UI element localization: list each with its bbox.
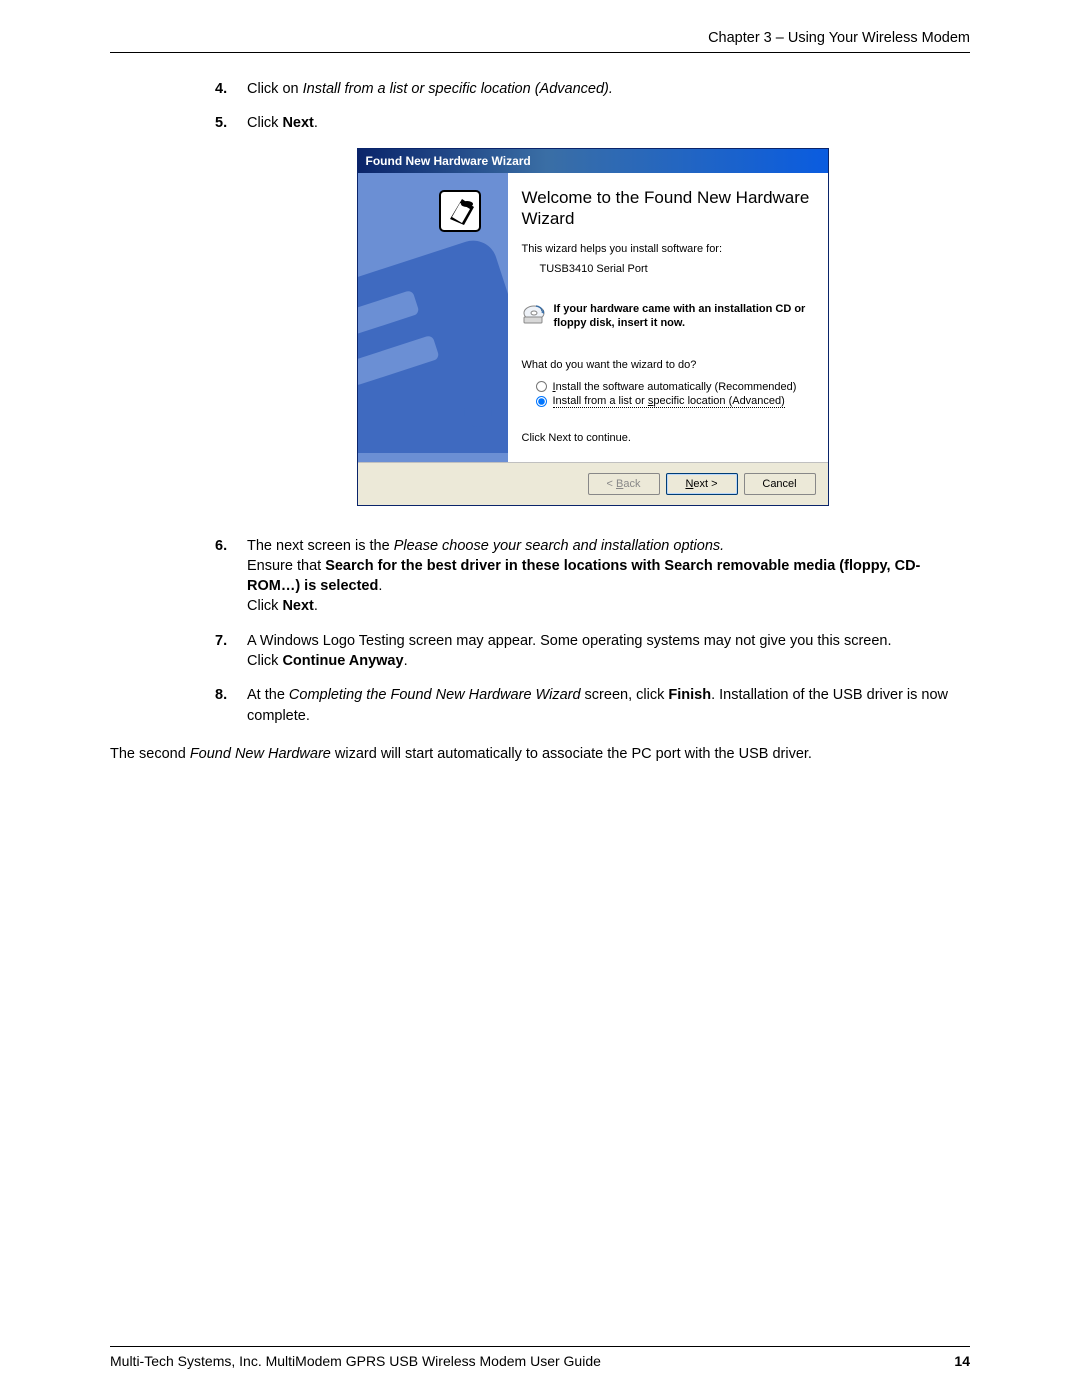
- step-text: Click on: [247, 81, 303, 97]
- step-text: .: [314, 115, 318, 131]
- step-text: A Windows Logo Testing screen may appear…: [247, 633, 892, 649]
- chapter-header: Chapter 3 – Using Your Wireless Modem: [110, 30, 970, 46]
- step-number: 7.: [215, 631, 227, 651]
- document-page: Chapter 3 – Using Your Wireless Modem 4.…: [0, 0, 1080, 1397]
- page-footer: Multi-Tech Systems, Inc. MultiModem GPRS…: [110, 1346, 970, 1369]
- wizard-screenshot: Found New Hardware Wizard: [215, 148, 970, 506]
- step-number: 4.: [215, 79, 227, 99]
- step-text: The next screen is the: [247, 538, 394, 554]
- step-text: Click: [247, 598, 282, 614]
- step-7: 7. A Windows Logo Testing screen may app…: [215, 631, 970, 672]
- wizard-heading: Welcome to the Found New Hardware Wizard: [522, 187, 810, 230]
- footer-rule: [110, 1346, 970, 1347]
- step-text: Click: [247, 115, 282, 131]
- footer-text: Multi-Tech Systems, Inc. MultiModem GPRS…: [110, 1353, 601, 1369]
- radio-input[interactable]: [536, 381, 547, 392]
- wizard-continue-text: Click Next to continue.: [522, 432, 810, 444]
- cancel-button[interactable]: Cancel: [744, 473, 816, 495]
- step-number: 8.: [215, 685, 227, 705]
- step-bold: Search for the best driver in these loca…: [247, 558, 920, 594]
- page-number: 14: [954, 1353, 970, 1369]
- step-bold: Continue Anyway: [282, 653, 403, 669]
- step-4: 4. Click on Install from a list or speci…: [215, 79, 970, 99]
- wizard-prompt: What do you want the wizard to do?: [522, 359, 810, 371]
- radio-input[interactable]: [536, 396, 547, 407]
- step-italic: Completing the Found New Hardware Wizard: [289, 687, 581, 703]
- radio-label: Install from a list or specific location…: [553, 395, 785, 408]
- wizard-radio-auto[interactable]: Install the software automatically (Reco…: [536, 381, 810, 393]
- para-text: The second: [110, 746, 190, 762]
- body-paragraph: The second Found New Hardware wizard wil…: [110, 744, 970, 764]
- step-6: 6. The next screen is the Please choose …: [215, 536, 970, 617]
- step-number: 6.: [215, 536, 227, 556]
- para-italic: Found New Hardware: [190, 746, 331, 762]
- step-8: 8. At the Completing the Found New Hardw…: [215, 685, 970, 726]
- wizard-device-name: TUSB3410 Serial Port: [540, 263, 810, 275]
- step-text: screen, click: [581, 687, 669, 703]
- wizard-cd-text: If your hardware came with an installati…: [554, 303, 810, 331]
- radio-label: Install the software automatically (Reco…: [553, 381, 797, 393]
- wizard-window: Found New Hardware Wizard: [357, 148, 829, 506]
- wizard-radio-advanced[interactable]: Install from a list or specific location…: [536, 395, 810, 408]
- cd-icon: [522, 303, 546, 328]
- header-rule: [110, 52, 970, 53]
- content-area: 4. Click on Install from a list or speci…: [110, 59, 970, 726]
- back-button[interactable]: < Back: [588, 473, 660, 495]
- step-bold: Finish: [668, 687, 711, 703]
- wizard-help-text: This wizard helps you install software f…: [522, 243, 810, 255]
- step-5: 5. Click Next.: [215, 113, 970, 133]
- step-italic: Install from a list or specific location…: [303, 81, 613, 97]
- step-text: .: [378, 578, 382, 594]
- step-text: .: [404, 653, 408, 669]
- step-italic: Please choose your search and installati…: [394, 538, 724, 554]
- step-text: .: [314, 598, 318, 614]
- step-text: Ensure that: [247, 558, 325, 574]
- step-text: At the: [247, 687, 289, 703]
- wizard-titlebar: Found New Hardware Wizard: [358, 149, 828, 173]
- wizard-content: Welcome to the Found New Hardware Wizard…: [508, 173, 828, 462]
- step-number: 5.: [215, 113, 227, 133]
- wizard-side-graphic: [358, 173, 508, 462]
- next-button[interactable]: Next >: [666, 473, 738, 495]
- step-bold: Next: [282, 598, 313, 614]
- step-text: Click: [247, 653, 282, 669]
- wizard-button-row: < Back Next > Cancel: [358, 462, 828, 505]
- step-bold: Next: [282, 115, 313, 131]
- para-text: wizard will start automatically to assoc…: [331, 746, 812, 762]
